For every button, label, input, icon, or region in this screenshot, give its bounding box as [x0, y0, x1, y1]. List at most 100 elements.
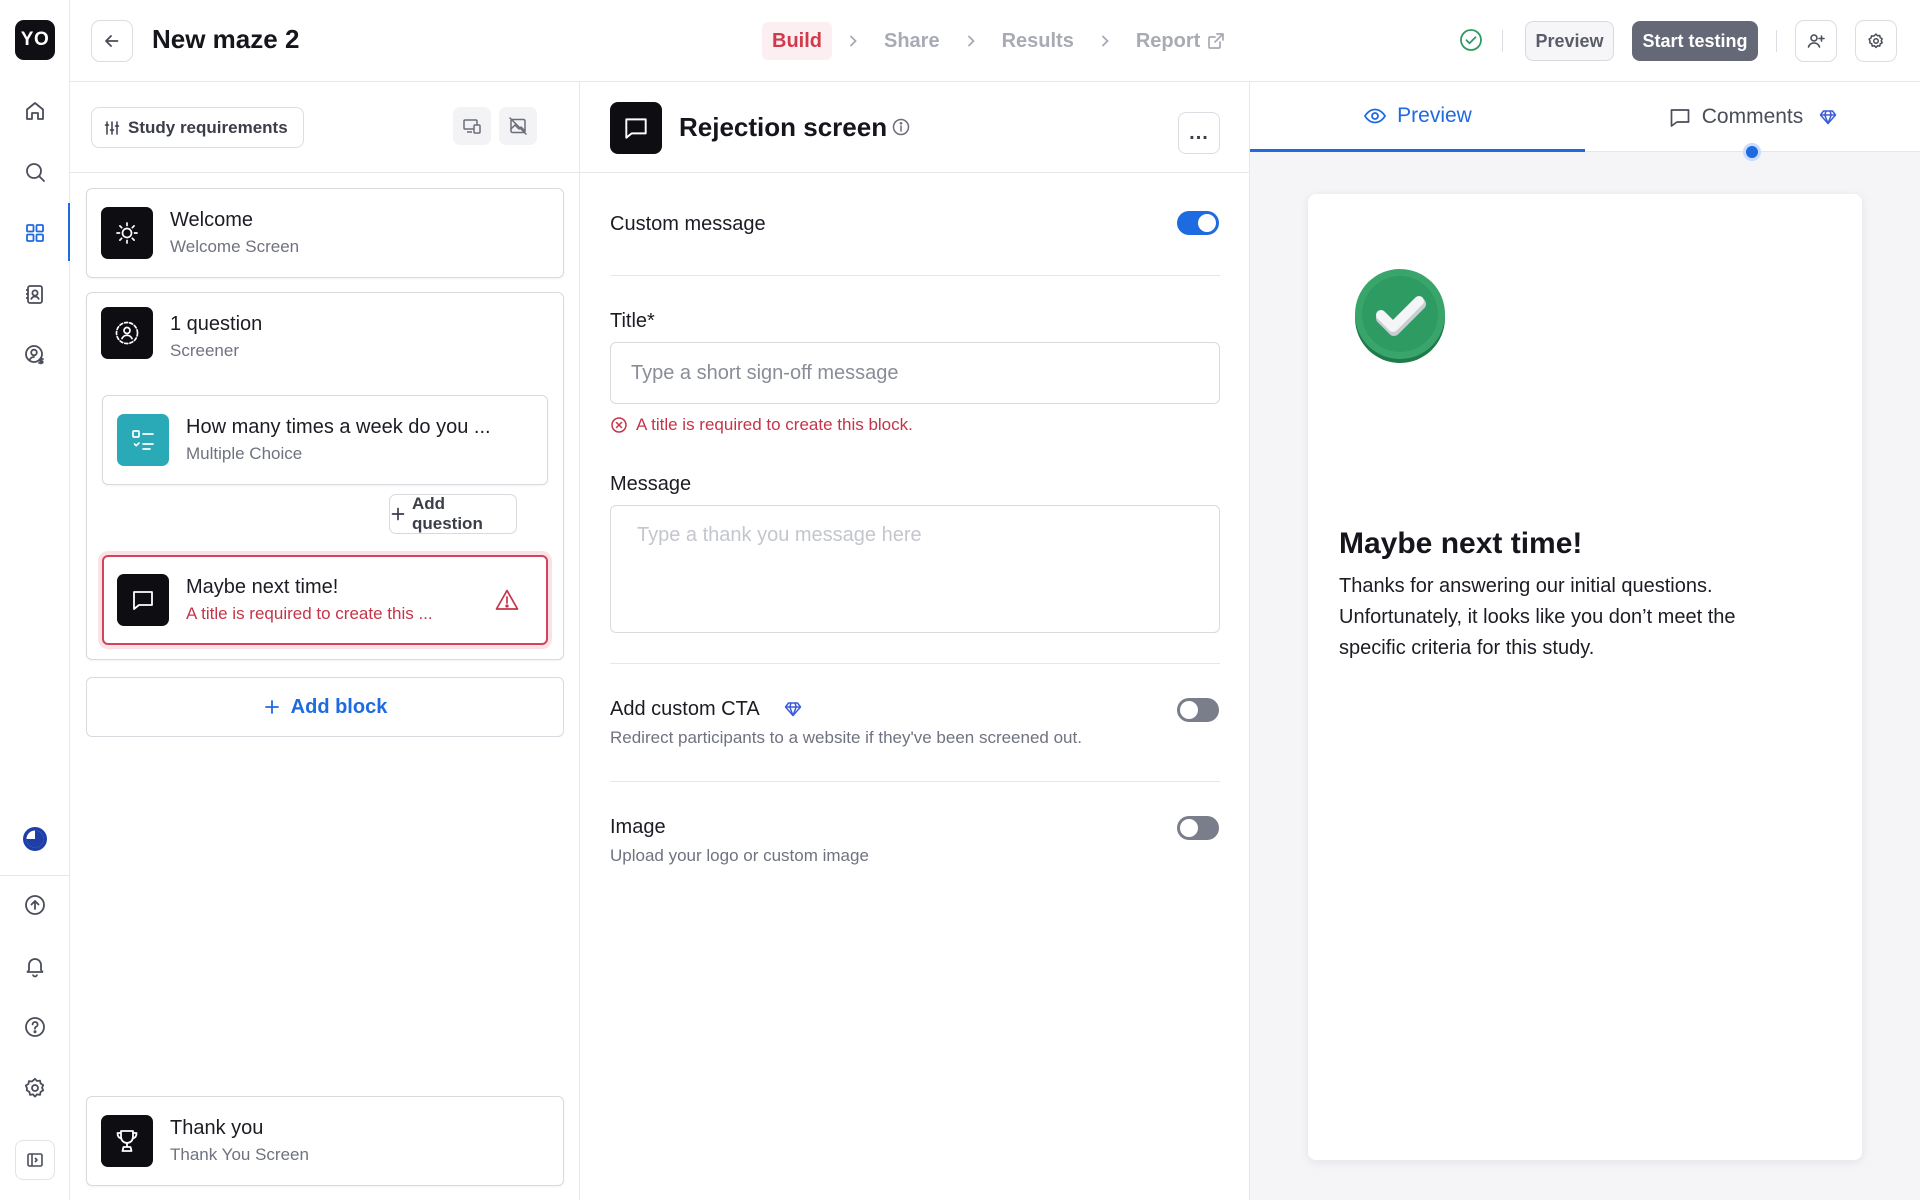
custom-cta-toggle[interactable] — [1177, 698, 1219, 722]
tab-preview[interactable]: Preview — [1250, 82, 1585, 152]
invite-collaborator-button[interactable] — [1795, 20, 1837, 62]
page-title[interactable]: New maze 2 — [152, 24, 299, 55]
sliders-icon — [104, 120, 120, 136]
preview-message: Thanks for answering our initial questio… — [1339, 575, 1736, 659]
step-report-label: Report — [1135, 29, 1201, 52]
image-toggle[interactable] — [1177, 816, 1219, 840]
panel-divider — [70, 172, 580, 173]
add-block-button[interactable]: Add block — [86, 677, 564, 737]
section-divider — [610, 781, 1220, 782]
hide-images-button[interactable] — [499, 107, 537, 145]
step-results[interactable]: Results — [992, 22, 1084, 60]
user-plus-icon — [1806, 31, 1826, 51]
plus-icon — [390, 506, 406, 522]
step-share[interactable]: Share — [874, 22, 950, 60]
editor-divider — [580, 172, 1250, 173]
notifications-button[interactable] — [15, 946, 55, 986]
custom-message-label: Custom message — [610, 213, 766, 235]
progress-icon — [21, 825, 49, 853]
updates-button[interactable] — [15, 885, 55, 925]
preview-tabs: Preview Comments — [1250, 82, 1920, 152]
chevron-right-icon — [846, 34, 860, 48]
toggle-knob — [1198, 214, 1216, 232]
tab-preview-label: Preview — [1397, 103, 1472, 127]
check-circle-icon — [1458, 27, 1484, 53]
toggle-knob — [1180, 819, 1198, 837]
section-divider — [610, 663, 1220, 664]
gear-icon — [23, 1076, 47, 1100]
home-button[interactable] — [15, 91, 55, 131]
premium-diamond-icon — [1819, 108, 1837, 126]
block-card-welcome[interactable]: Welcome Welcome Screen — [86, 188, 564, 278]
workflow-steps: Build Share Results Report — [762, 21, 1236, 61]
preview-button[interactable]: Preview — [1525, 21, 1614, 61]
arrow-left-icon — [102, 31, 122, 51]
block-title: Thank you — [170, 1117, 264, 1139]
start-testing-button[interactable]: Start testing — [1632, 21, 1758, 61]
title-error-text: A title is required to create this block… — [636, 415, 913, 434]
toggle-knob — [1180, 701, 1198, 719]
contacts-icon — [23, 282, 47, 306]
title-field-label: Title* — [610, 310, 655, 332]
message-textarea[interactable] — [610, 505, 1220, 633]
help-button[interactable] — [15, 1007, 55, 1047]
title-input[interactable] — [610, 342, 1220, 404]
study-requirements-label: Study requirements — [128, 117, 288, 137]
comments-indicator-dot — [1743, 143, 1761, 161]
gear-icon — [1867, 32, 1885, 50]
more-options-button[interactable]: ... — [1178, 112, 1220, 154]
custom-cta-label: Add custom CTA — [610, 698, 760, 720]
warning-triangle-icon — [494, 587, 520, 613]
progress-button[interactable] — [15, 819, 55, 859]
step-build[interactable]: Build — [762, 22, 832, 60]
search-button[interactable] — [15, 152, 55, 192]
chevron-right-icon — [964, 34, 978, 48]
step-report[interactable]: Report — [1126, 22, 1236, 60]
add-block-label: Add block — [290, 695, 388, 718]
maze-settings-button[interactable] — [1855, 20, 1897, 62]
hire-button[interactable] — [15, 335, 55, 375]
top-header: New maze 2 Build Share Results Report Pr… — [70, 0, 1920, 82]
grid-icon — [23, 221, 47, 245]
preview-title: Maybe next time! — [1339, 527, 1583, 560]
block-title: Maybe next time! — [186, 576, 339, 598]
image-off-icon — [508, 116, 528, 136]
block-title: How many times a week do you ... — [186, 416, 491, 438]
image-label: Image — [610, 816, 666, 838]
info-icon[interactable] — [891, 117, 911, 137]
custom-message-toggle[interactable] — [1177, 211, 1219, 235]
block-card-rejection[interactable]: Maybe next time! A title is required to … — [102, 555, 548, 645]
back-button[interactable] — [91, 20, 133, 62]
block-subtitle: Screener — [170, 341, 239, 360]
message-square-icon — [610, 102, 662, 154]
preview-panel: Preview Comments Maybe next time! Thanks… — [1250, 82, 1920, 1200]
blocks-panel: Study requirements Welcome Welcome Scree… — [70, 82, 580, 1200]
block-title[interactable]: 1 question — [170, 313, 262, 336]
title-error: A title is required to create this block… — [610, 415, 913, 435]
message-field-label: Message — [610, 473, 692, 495]
projects-button[interactable] — [15, 213, 55, 253]
block-card-thankyou[interactable]: Thank you Thank You Screen — [86, 1096, 564, 1186]
device-toggle-button[interactable] — [453, 107, 491, 145]
devices-icon — [462, 116, 482, 136]
editor-title: Rejection screen — [679, 112, 888, 142]
participants-button[interactable] — [15, 274, 55, 314]
study-requirements-button[interactable]: Study requirements — [91, 107, 304, 148]
rail-divider — [0, 875, 70, 876]
workspace-logo[interactable]: YO — [15, 20, 55, 60]
tab-comments-label: Comments — [1701, 105, 1804, 128]
preview-screen: Maybe next time! Thanks for answering ou… — [1308, 194, 1862, 1160]
external-link-icon — [1206, 31, 1226, 51]
header-separator — [1502, 30, 1503, 52]
block-card-question[interactable]: How many times a week do you ... Multipl… — [102, 395, 548, 485]
expand-sidebar-button[interactable] — [15, 1140, 55, 1180]
add-question-button[interactable]: Add question — [389, 494, 517, 534]
error-circle-icon — [610, 416, 628, 434]
block-subtitle: Welcome Screen — [170, 237, 300, 256]
search-icon — [23, 160, 47, 184]
tab-comments[interactable]: Comments — [1585, 82, 1920, 152]
image-description: Upload your logo or custom image — [610, 846, 869, 865]
add-question-label: Add question — [412, 494, 483, 533]
settings-button[interactable] — [15, 1068, 55, 1108]
block-subtitle: Multiple Choice — [186, 444, 303, 463]
